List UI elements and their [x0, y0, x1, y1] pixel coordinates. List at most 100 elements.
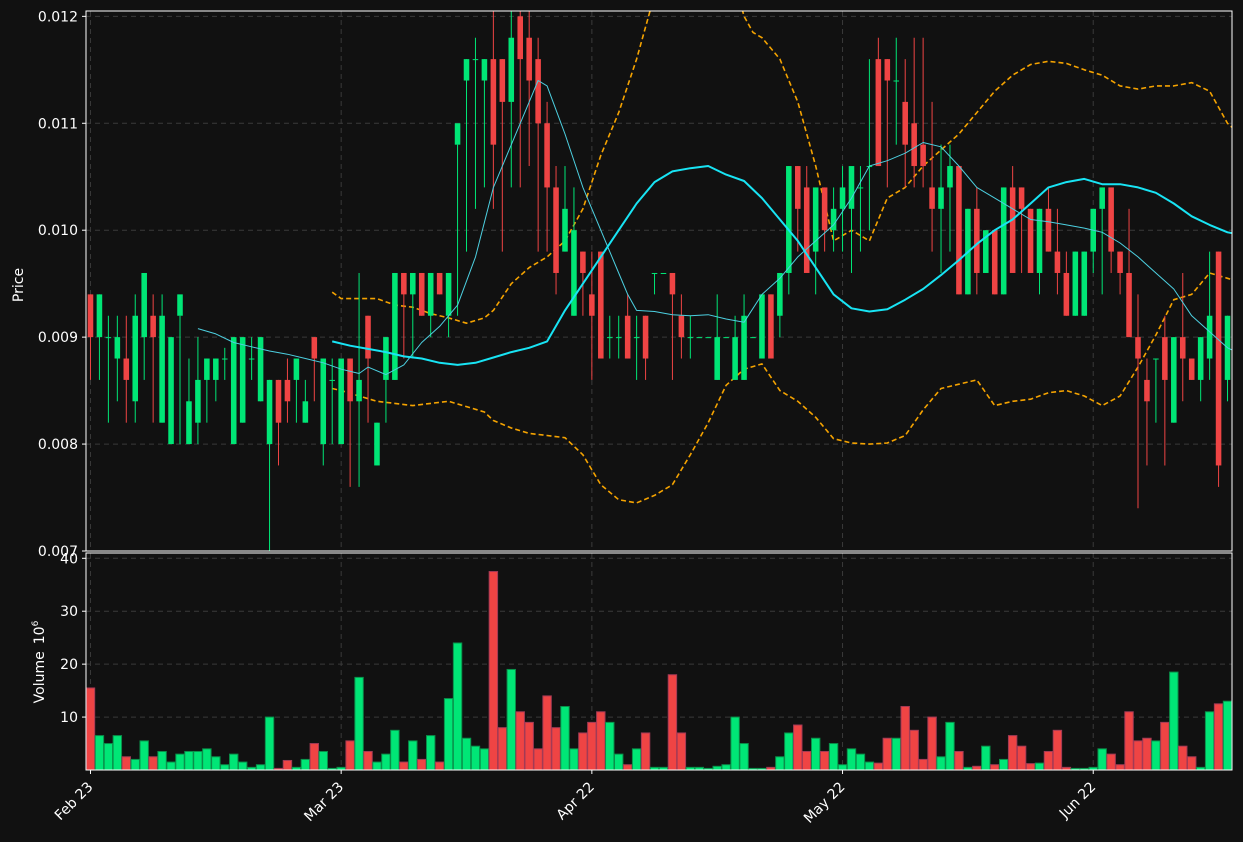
volume-bar: [631, 748, 642, 771]
candle-body: [687, 337, 694, 339]
candle-body: [508, 37, 515, 102]
candle-body: [221, 358, 228, 360]
volume-bar: [1133, 740, 1143, 771]
volume-bar: [112, 735, 123, 771]
candle-body: [911, 123, 917, 167]
volume-bar: [425, 735, 436, 771]
candle-body: [974, 208, 980, 273]
candle-body: [633, 337, 640, 339]
candle-body: [651, 272, 658, 274]
volume-bar: [121, 756, 131, 771]
candle-body: [526, 37, 532, 81]
candle-body: [535, 59, 541, 124]
volume-bar: [712, 765, 722, 771]
candle-body: [141, 272, 147, 338]
volume-bar: [1025, 763, 1036, 771]
price-axis-label: Price: [11, 268, 27, 302]
volume-bar: [1169, 671, 1179, 771]
volume-tick-label: 10: [60, 710, 78, 726]
candle-body: [445, 272, 452, 316]
volume-bar: [175, 753, 185, 771]
candle-body: [1179, 337, 1186, 359]
volume-bar: [184, 750, 194, 771]
volume-bar: [533, 748, 543, 771]
candle-body: [338, 358, 344, 445]
volume-bar: [390, 729, 400, 771]
volume-bar: [345, 740, 355, 771]
volume-bar: [363, 750, 373, 771]
volume-bar: [936, 756, 946, 771]
candle-body: [598, 251, 604, 359]
candle-body: [571, 230, 577, 316]
volume-bar: [1142, 737, 1152, 771]
candle-body: [347, 358, 353, 402]
volume-bar: [220, 764, 230, 771]
candle-body: [177, 294, 183, 316]
volume-bar: [1016, 745, 1027, 771]
candle-body: [947, 166, 953, 188]
candle-body: [696, 337, 703, 339]
candle-body: [714, 337, 720, 380]
candle-body: [105, 337, 112, 339]
volume-bar: [542, 695, 552, 771]
candle-body: [1072, 251, 1079, 316]
volume-axis-label-exponent: 6: [31, 620, 41, 626]
volume-bar: [551, 727, 561, 771]
candle-body: [1045, 208, 1052, 252]
candle-body: [1099, 187, 1105, 209]
candle-body: [1036, 208, 1043, 273]
candle-body: [1206, 315, 1213, 359]
candle-body: [1215, 251, 1222, 466]
volume-bar: [130, 758, 140, 771]
volume-bar: [318, 750, 328, 771]
candle-body: [392, 272, 398, 380]
candle-body: [374, 422, 380, 466]
volume-bar: [461, 737, 472, 771]
volume-bar: [417, 758, 427, 771]
candle-body: [1188, 358, 1195, 380]
volume-bar: [596, 711, 606, 771]
candle-body: [517, 16, 524, 60]
volume-bar: [94, 735, 105, 771]
candle-body: [759, 294, 765, 359]
candle-body: [562, 208, 568, 252]
candle-body: [275, 379, 282, 423]
candle-body: [544, 123, 550, 188]
volume-bar: [891, 737, 901, 771]
volume-bar: [721, 764, 731, 771]
volume-bar: [506, 668, 516, 771]
volume-bar: [264, 716, 275, 771]
volume-bar: [927, 716, 937, 771]
candle-body: [750, 337, 756, 339]
volume-bar: [1007, 735, 1018, 771]
volume-axis-label-text: Volume: [32, 651, 48, 703]
candle-body: [642, 315, 649, 359]
volume-bar: [802, 750, 812, 771]
volume-bar: [202, 748, 212, 771]
volume-bar: [640, 732, 651, 771]
candlestick-chart: 0.0070.0080.0090.0100.0110.012 Price 102…: [0, 0, 1243, 842]
volume-bar: [837, 764, 848, 771]
volume-bar: [157, 750, 167, 771]
volume-bar: [614, 753, 624, 771]
candle-body: [902, 101, 908, 145]
candle-body: [168, 337, 174, 445]
candle-body: [741, 315, 747, 380]
candle-body: [1197, 337, 1204, 380]
candle-body: [1153, 358, 1159, 360]
candle-body: [839, 187, 846, 209]
volume-bar: [443, 698, 454, 771]
candle-body: [266, 379, 273, 445]
candle-body: [938, 187, 944, 209]
volume-bar: [864, 761, 875, 771]
candle-body: [499, 59, 506, 102]
candle-body: [1018, 187, 1025, 209]
candle-body: [857, 187, 864, 189]
volume-bar: [954, 750, 964, 771]
volume-bar: [998, 758, 1009, 771]
candle-body: [723, 337, 729, 339]
candle-body: [794, 166, 801, 209]
candle-body: [293, 358, 300, 380]
candle-body: [96, 294, 103, 338]
candle-body: [956, 166, 962, 295]
